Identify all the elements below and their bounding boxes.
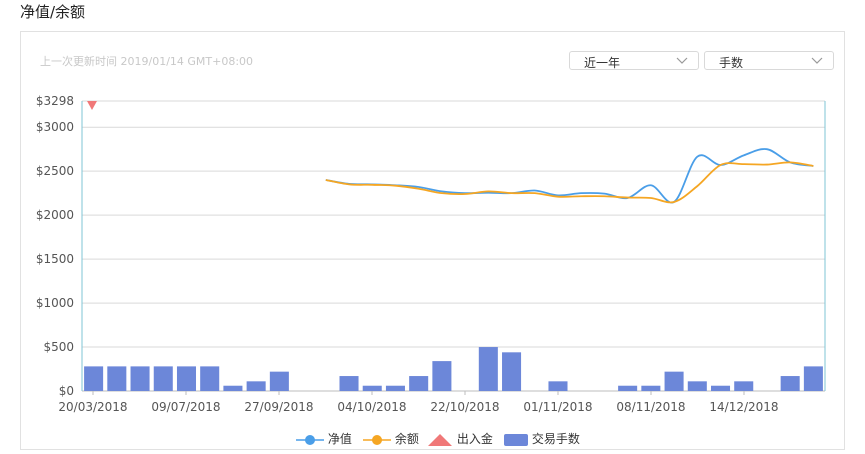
y-tick-label: $3000 (36, 120, 74, 134)
x-tick-label: 14/12/2018 (709, 400, 778, 414)
trade-bar (409, 376, 429, 391)
trade-bar (432, 361, 452, 391)
triangle-icon (428, 433, 452, 446)
trade-bar (478, 347, 498, 391)
legend-label: 余额 (394, 432, 419, 446)
bar-swatch-icon (504, 433, 528, 446)
trade-bar (803, 366, 823, 391)
y-tick-label: $1000 (36, 296, 74, 310)
x-tick-label: 20/03/2018 (58, 400, 127, 414)
trade-bar (710, 385, 731, 391)
x-tick-label: 01/11/2018 (523, 400, 592, 414)
trade-bar (548, 381, 568, 391)
deposit-marker (87, 101, 97, 110)
y-tick-label: $500 (43, 340, 74, 354)
trade-bar (641, 385, 661, 391)
trade-bar (780, 376, 800, 391)
series-line (325, 161, 814, 204)
trade-bar (200, 366, 220, 391)
trade-bar (107, 366, 127, 391)
trade-bar (734, 381, 754, 391)
legend-line-circle-icon (296, 434, 324, 445)
legend-label: 交易手数 (531, 432, 580, 446)
x-tick-label: 04/10/2018 (337, 400, 406, 414)
trade-bar (176, 366, 197, 391)
legend-line-circle-icon (363, 434, 391, 445)
trade-bar (664, 371, 684, 391)
legend-label: 出入金 (456, 432, 493, 446)
trade-bar (269, 371, 289, 391)
series-line (325, 148, 814, 204)
trade-bar (362, 385, 382, 391)
trade-bar (223, 385, 243, 391)
trade-bar (618, 385, 638, 391)
x-tick-label: 09/07/2018 (151, 400, 220, 414)
net-value-balance-chart: $0 $500 $1000 $1500 $2000 $2500 $3000 $3298 20/0… (36, 94, 826, 414)
trade-bar (687, 381, 707, 391)
legend-item-deposit[interactable]: 出入金 (427, 430, 493, 447)
legend-item-trades[interactable]: 交易手数 (504, 430, 580, 447)
x-tick-label: 08/11/2018 (616, 400, 685, 414)
y-tick-label: $2500 (36, 164, 74, 178)
trade-bar (385, 385, 405, 391)
trade-bar (130, 366, 150, 391)
trade-bar (153, 366, 173, 391)
legend-item-net-value[interactable]: 净值 (296, 430, 352, 447)
y-tick-label: $0 (59, 384, 74, 398)
y-tick-label: $3298 (36, 94, 74, 108)
legend-item-balance[interactable]: 余额 (363, 430, 419, 447)
y-tick-label: $2000 (36, 208, 74, 222)
trade-bar (84, 366, 104, 391)
y-tick-label: $1500 (36, 252, 74, 266)
legend-label: 净值 (327, 432, 352, 446)
trade-bar (339, 376, 359, 391)
trade-bar (246, 381, 266, 391)
x-tick-label: 27/09/2018 (244, 400, 313, 414)
trade-bar (502, 352, 522, 391)
x-tick-label: 22/10/2018 (430, 400, 499, 414)
